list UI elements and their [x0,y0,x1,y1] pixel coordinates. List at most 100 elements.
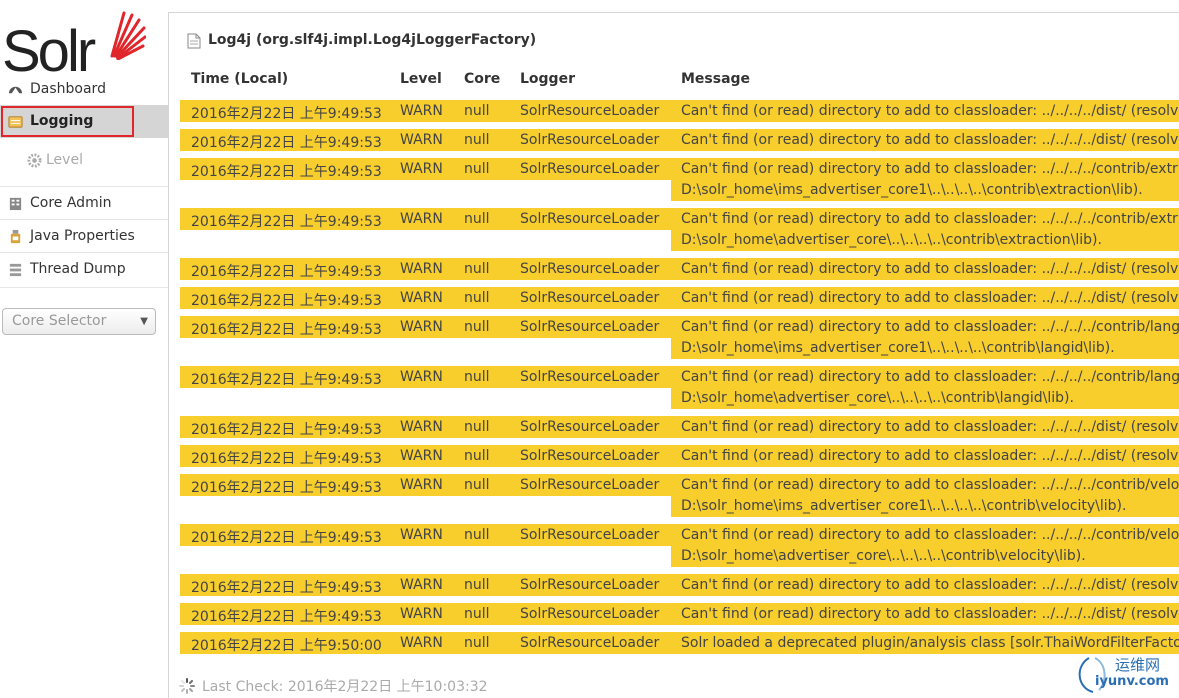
log-row[interactable]: 2016年2月22日 上午9:49:53 WARN null SolrResource… [180,158,1179,201]
log-row[interactable]: 2016年2月22日 上午9:49:53 WARN null SolrResource… [180,574,1179,596]
cell-time: 2016年2月22日 上午9:49:53 [191,422,382,438]
cell-core: null [464,419,490,435]
logo-text: Solr [2,19,96,84]
cell-message: Can't find (or read) directory to add to… [681,369,1179,385]
cell-logger: SolrResourceLoader [520,261,660,277]
cell-core: null [464,448,490,464]
page-title: Log4j (org.slf4j.impl.Log4jLoggerFactory… [208,32,537,48]
log-row[interactable]: 2016年2月22日 上午9:49:53 WARN null SolrResource… [180,316,1179,359]
sidebar-item-label: Level [46,152,83,168]
cell-core: null [464,161,490,177]
watermark-text: 运维网 [1115,656,1161,674]
cell-message: D:\solr_home\advertiser_core\..\..\..\..… [681,390,1074,406]
column-header-time[interactable]: Time (Local) [191,71,288,87]
sun-logo-icon [110,11,146,60]
log-row[interactable]: 2016年2月22日 上午9:49:53 WARN null SolrResource… [180,445,1179,467]
cell-logger: SolrResourceLoader [520,290,660,306]
log-row[interactable]: 2016年2月22日 上午9:49:53 WARN null SolrResource… [180,208,1179,251]
sidebar-item-label: Dashboard [30,81,106,97]
sidebar-item-label: Core Admin [30,195,112,211]
log-row[interactable]: 2016年2月22日 上午9:49:53 WARN null SolrResource… [180,524,1179,567]
cell-time: 2016年2月22日 上午9:49:53 [191,580,382,596]
sidebar-item-label: Java Properties [30,228,135,244]
column-header-message[interactable]: Message [681,71,750,87]
cell-core: null [464,369,490,385]
log-row[interactable]: 2016年2月22日 上午9:49:53 WARN null SolrResource… [180,416,1179,438]
cell-time: 2016年2月22日 上午9:49:53 [191,164,382,180]
log-row[interactable]: 2016年2月22日 上午9:49:53 WARN null SolrResource… [180,129,1179,151]
cell-message: D:\solr_home\advertiser_core\..\..\..\..… [681,232,1102,248]
sidebar-item-logging[interactable]: Logging [0,105,168,138]
core-selector-dropdown[interactable]: Core Selector ▼ [2,308,156,335]
cell-time: 2016年2月22日 上午9:49:53 [191,135,382,151]
gear-icon [27,153,42,168]
dashboard-icon [8,86,23,94]
watermark-url: iyunv.com [1095,674,1169,689]
cell-time: 2016年2月22日 上午9:49:53 [191,530,382,546]
cell-time: 2016年2月22日 上午9:49:53 [191,609,382,625]
cell-core: null [464,261,490,277]
cell-level: WARN [400,369,443,385]
cell-level: WARN [400,290,443,306]
cell-message: Can't find (or read) directory to add to… [681,319,1179,335]
thread-dump-icon [9,263,22,277]
cell-message: Can't find (or read) directory to add to… [681,211,1178,227]
cell-level: WARN [400,419,443,435]
cell-message: D:\solr_home\ims_advertiser_core1\..\..\… [681,340,1115,356]
cell-level: WARN [400,577,443,593]
divider [0,287,168,288]
cell-logger: SolrResourceLoader [520,319,660,335]
cell-core: null [464,606,490,622]
java-properties-icon [10,229,21,244]
cell-logger: SolrResourceLoader [520,448,660,464]
sidebar-item-thread-dump[interactable]: Thread Dump [0,253,168,285]
cell-message: D:\solr_home\ims_advertiser_core1\..\..\… [681,182,1143,198]
cell-message: Can't find (or read) directory to add to… [681,161,1178,177]
log-row[interactable]: 2016年2月22日 上午9:49:53 WARN null SolrResource… [180,100,1179,122]
sidebar-item-level[interactable]: Level [0,144,168,176]
chevron-down-icon: ▼ [140,316,148,327]
cell-logger: SolrResourceLoader [520,103,660,119]
cell-core: null [464,290,490,306]
last-check-text: Last Check: 2016年2月22日 上午10:03:32 [202,679,488,695]
cell-logger: SolrResourceLoader [520,477,660,493]
log-row[interactable]: 2016年2月22日 上午9:49:53 WARN null SolrResource… [180,287,1179,309]
cell-message: Can't find (or read) directory to add to… [681,606,1179,622]
log-row[interactable]: 2016年2月22日 上午9:49:53 WARN null SolrResource… [180,603,1179,625]
cell-logger: SolrResourceLoader [520,419,660,435]
cell-core: null [464,477,490,493]
cell-message: Can't find (or read) directory to add to… [681,448,1179,464]
sidebar-item-core-admin[interactable]: Core Admin [0,187,168,219]
cell-level: WARN [400,161,443,177]
column-header-level[interactable]: Level [400,71,442,87]
document-icon [187,33,201,49]
cell-core: null [464,527,490,543]
sidebar: Solr Dashboard Logging Level Core Admin [0,0,168,698]
sidebar-item-java-properties[interactable]: Java Properties [0,220,168,252]
cell-time: 2016年2月22日 上午9:50:00 [191,638,382,654]
cell-time: 2016年2月22日 上午9:49:53 [191,293,382,309]
cell-logger: SolrResourceLoader [520,635,660,651]
cell-time: 2016年2月22日 上午9:49:53 [191,264,382,280]
cell-message: Can't find (or read) directory to add to… [681,419,1179,435]
cell-message: D:\solr_home\ims_advertiser_core1\..\..\… [681,498,1127,514]
column-header-logger[interactable]: Logger [520,71,575,87]
cell-core: null [464,635,490,651]
cell-message: Can't find (or read) directory to add to… [681,577,1179,593]
loading-spinner-icon [179,678,195,694]
sidebar-item-dashboard[interactable]: Dashboard [0,78,168,100]
log-row[interactable]: 2016年2月22日 上午9:49:53 WARN null SolrResource… [180,366,1179,409]
cell-message: Can't find (or read) directory to add to… [681,290,1179,306]
watermark: 运维网 iyunv.com [1073,652,1179,698]
log-row[interactable]: 2016年2月22日 上午9:49:53 WARN null SolrResource… [180,474,1179,517]
column-header-core[interactable]: Core [464,71,500,87]
log-row[interactable]: 2016年2月22日 上午9:49:53 WARN null SolrResource… [180,258,1179,280]
cell-message: Can't find (or read) directory to add to… [681,103,1179,119]
cell-time: 2016年2月22日 上午9:49:53 [191,322,382,338]
log-row[interactable]: 2016年2月22日 上午9:50:00 WARN null SolrResource… [180,632,1179,654]
cell-logger: SolrResourceLoader [520,161,660,177]
cell-logger: SolrResourceLoader [520,577,660,593]
cell-core: null [464,103,490,119]
cell-level: WARN [400,132,443,148]
core-admin-icon [9,197,22,211]
